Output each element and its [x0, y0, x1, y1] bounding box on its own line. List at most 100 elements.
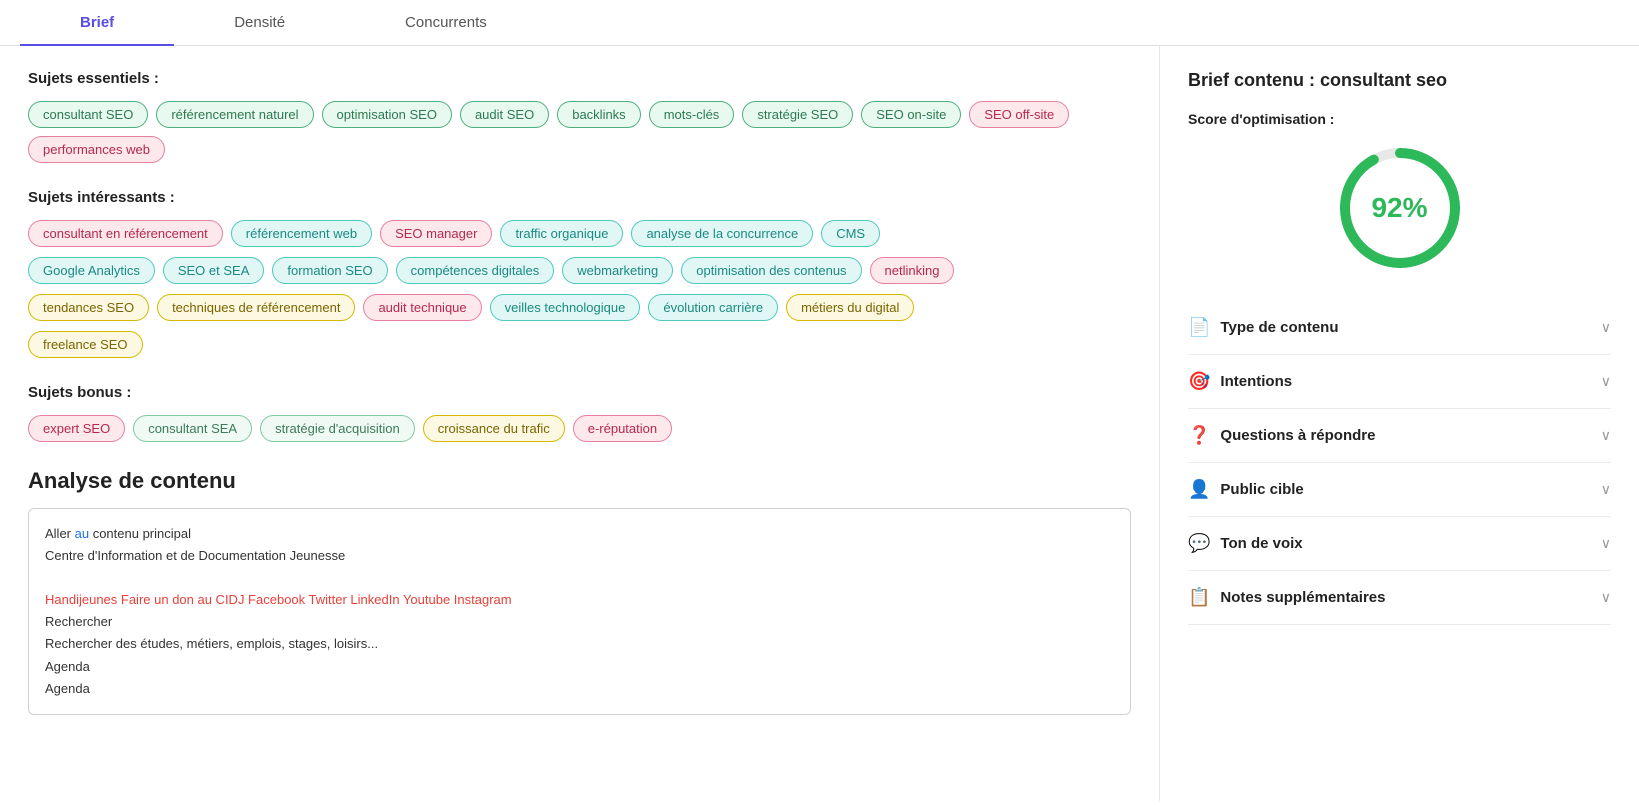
- accordion-icon: 📋: [1188, 587, 1210, 608]
- accordion-icon: 📄: [1188, 317, 1210, 338]
- tag[interactable]: consultant en référencement: [28, 220, 223, 247]
- sujets-interessants-section: Sujets intéressants : consultant en réfé…: [28, 189, 1131, 358]
- accordion-item: ❓ Questions à répondre ∨: [1188, 409, 1611, 463]
- sujets-bonus-section: Sujets bonus : expert SEO consultant SEA s…: [28, 384, 1131, 442]
- accordion-header[interactable]: 🎯 Intentions ∨: [1188, 371, 1611, 392]
- tag[interactable]: techniques de référencement: [157, 294, 355, 321]
- analyse-section: Analyse de contenu Aller au contenu prin…: [28, 468, 1131, 715]
- tag[interactable]: formation SEO: [272, 257, 387, 284]
- sujets-bonus-title: Sujets bonus :: [28, 384, 1131, 401]
- tag[interactable]: analyse de la concurrence: [631, 220, 813, 247]
- chevron-down-icon: ∨: [1601, 373, 1611, 390]
- analyse-content-box[interactable]: Aller au contenu principalCentre d'Infor…: [28, 508, 1131, 715]
- accordion-icon: 🎯: [1188, 371, 1210, 392]
- accordion-icon: ❓: [1188, 425, 1210, 446]
- tag[interactable]: consultant SEO: [28, 101, 148, 128]
- tag[interactable]: audit SEO: [460, 101, 549, 128]
- sujets-interessants-title: Sujets intéressants :: [28, 189, 1131, 206]
- accordion-item: 👤 Public cible ∨: [1188, 463, 1611, 517]
- accordion-item: 📋 Notes supplémentaires ∨: [1188, 571, 1611, 625]
- tags-row: tendances SEO techniques de référencement…: [28, 294, 1131, 321]
- red-text: Handijeunes Faire un don au CIDJ Faceboo…: [45, 592, 512, 607]
- accordion-header[interactable]: 📋 Notes supplémentaires ∨: [1188, 587, 1611, 608]
- left-panel: Sujets essentiels : consultant SEO référe…: [0, 46, 1159, 801]
- tag[interactable]: évolution carrière: [648, 294, 778, 321]
- tag[interactable]: croissance du trafic: [423, 415, 565, 442]
- accordion-list: 📄 Type de contenu ∨ 🎯 Intentions ∨ ❓ Questions …: [1188, 301, 1611, 625]
- accordion-title: Ton de voix: [1220, 535, 1302, 552]
- tag[interactable]: optimisation des contenus: [681, 257, 861, 284]
- accordion-item: 🎯 Intentions ∨: [1188, 355, 1611, 409]
- accordion-header[interactable]: 👤 Public cible ∨: [1188, 479, 1611, 500]
- chevron-down-icon: ∨: [1601, 481, 1611, 498]
- tag[interactable]: consultant SEA: [133, 415, 252, 442]
- tag[interactable]: métiers du digital: [786, 294, 914, 321]
- accordion-icon: 💬: [1188, 533, 1210, 554]
- tag[interactable]: compétences digitales: [396, 257, 555, 284]
- accordion-title: Intentions: [1220, 373, 1292, 390]
- tag[interactable]: mots-clés: [649, 101, 735, 128]
- accordion-title: Notes supplémentaires: [1220, 589, 1385, 606]
- content-link[interactable]: au: [75, 526, 89, 541]
- content-line: Rechercher des études, métiers, emplois,…: [45, 633, 1114, 655]
- accordion-title: Type de contenu: [1220, 319, 1338, 336]
- chevron-down-icon: ∨: [1601, 427, 1611, 444]
- brief-title: Brief contenu : consultant seo: [1188, 70, 1611, 91]
- tag[interactable]: SEO manager: [380, 220, 492, 247]
- tag[interactable]: netlinking: [870, 257, 955, 284]
- tag[interactable]: veilles technologique: [490, 294, 641, 321]
- tab-concurrents[interactable]: Concurrents: [345, 0, 547, 45]
- tag[interactable]: optimisation SEO: [322, 101, 452, 128]
- tag[interactable]: traffic organique: [500, 220, 623, 247]
- accordion-header[interactable]: ❓ Questions à répondre ∨: [1188, 425, 1611, 446]
- sujets-essentiels-tags: consultant SEO référencement naturel optim…: [28, 101, 1131, 163]
- chevron-down-icon: ∨: [1601, 535, 1611, 552]
- tag[interactable]: CMS: [821, 220, 880, 247]
- accordion-title: Public cible: [1220, 481, 1303, 498]
- tag[interactable]: tendances SEO: [28, 294, 149, 321]
- accordion-header[interactable]: 💬 Ton de voix ∨: [1188, 533, 1611, 554]
- tags-row: Google Analytics SEO et SEA formation SEO c…: [28, 257, 1131, 284]
- score-circle-container: 92%: [1188, 143, 1611, 273]
- accordion-title: Questions à répondre: [1220, 427, 1375, 444]
- sujets-essentiels-section: Sujets essentiels : consultant SEO référe…: [28, 70, 1131, 163]
- tag[interactable]: freelance SEO: [28, 331, 143, 358]
- tag[interactable]: Google Analytics: [28, 257, 155, 284]
- content-line: Agenda: [45, 656, 1114, 678]
- score-circle: 92%: [1335, 143, 1465, 273]
- content-line: Agenda: [45, 678, 1114, 700]
- score-value: 92%: [1371, 192, 1427, 224]
- sujets-essentiels-title: Sujets essentiels :: [28, 70, 1131, 87]
- tab-densite[interactable]: Densité: [174, 0, 345, 45]
- tag[interactable]: backlinks: [557, 101, 640, 128]
- accordion-item: 💬 Ton de voix ∨: [1188, 517, 1611, 571]
- tag[interactable]: référencement web: [231, 220, 372, 247]
- tag[interactable]: référencement naturel: [156, 101, 313, 128]
- tag[interactable]: webmarketing: [562, 257, 673, 284]
- chevron-down-icon: ∨: [1601, 319, 1611, 336]
- tag[interactable]: stratégie SEO: [742, 101, 853, 128]
- tag[interactable]: SEO on-site: [861, 101, 961, 128]
- tag[interactable]: SEO off-site: [969, 101, 1069, 128]
- score-label: Score d'optimisation :: [1188, 111, 1611, 127]
- tabs-bar: Brief Densité Concurrents: [0, 0, 1639, 46]
- tags-row: consultant en référencement référencement…: [28, 220, 1131, 247]
- chevron-down-icon: ∨: [1601, 589, 1611, 606]
- main-layout: Sujets essentiels : consultant SEO référe…: [0, 46, 1639, 801]
- sujets-bonus-tags: expert SEO consultant SEA stratégie d'acqu…: [28, 415, 1131, 442]
- accordion-item: 📄 Type de contenu ∨: [1188, 301, 1611, 355]
- tag[interactable]: audit technique: [363, 294, 481, 321]
- tag[interactable]: performances web: [28, 136, 165, 163]
- tags-row: freelance SEO: [28, 331, 1131, 358]
- tag[interactable]: stratégie d'acquisition: [260, 415, 415, 442]
- analyse-title: Analyse de contenu: [28, 468, 1131, 494]
- tag[interactable]: e-réputation: [573, 415, 672, 442]
- tag[interactable]: SEO et SEA: [163, 257, 265, 284]
- content-line: Rechercher: [45, 611, 1114, 633]
- right-panel: Brief contenu : consultant seo Score d'o…: [1159, 46, 1639, 801]
- tag[interactable]: expert SEO: [28, 415, 125, 442]
- accordion-icon: 👤: [1188, 479, 1210, 500]
- accordion-header[interactable]: 📄 Type de contenu ∨: [1188, 317, 1611, 338]
- content-line: Centre d'Information et de Documentation…: [45, 545, 1114, 567]
- tab-brief[interactable]: Brief: [20, 0, 174, 45]
